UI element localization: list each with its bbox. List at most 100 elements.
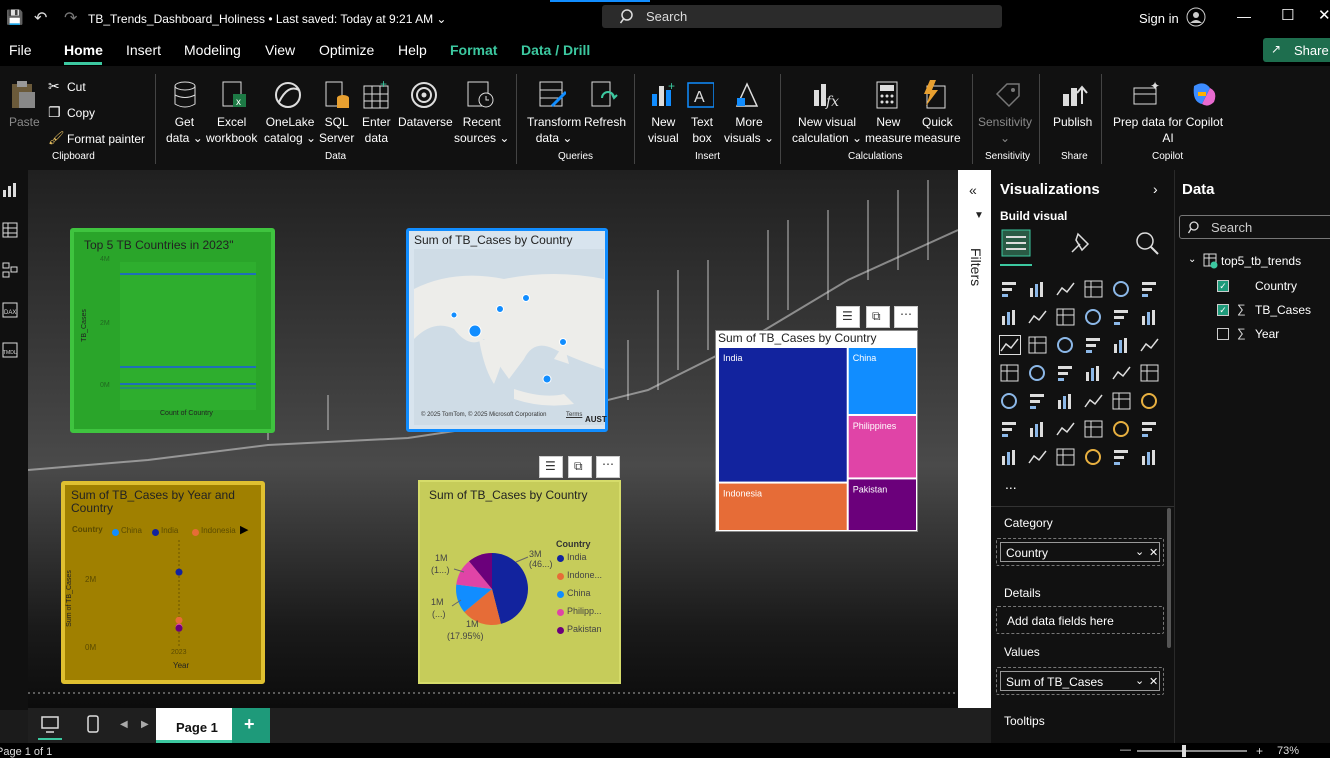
dataverse-button[interactable]: Dataverse (398, 114, 453, 130)
global-search[interactable]: Search (602, 5, 1002, 28)
model-view-icon[interactable] (2, 262, 18, 278)
sql-server-button[interactable]: SQL Server (319, 114, 354, 146)
legend-item[interactable]: India (161, 526, 178, 535)
line-icon[interactable] (1000, 308, 1020, 326)
scatter-point[interactable] (175, 568, 183, 576)
refresh-button[interactable]: Refresh (584, 114, 626, 130)
share-button[interactable]: ↗ Share (1263, 38, 1330, 62)
menu-format[interactable]: Format (450, 42, 497, 58)
menu-insert[interactable]: Insert (126, 42, 161, 58)
analytics-icon[interactable] (1134, 230, 1160, 256)
mobile-layout-icon[interactable] (86, 715, 100, 735)
menu-modeling[interactable]: Modeling (184, 42, 241, 58)
get-data-button[interactable]: Get data ⌄ (166, 114, 203, 146)
scatter-icon[interactable] (1056, 336, 1076, 354)
zoom-level[interactable]: 73% (1277, 745, 1299, 757)
zoom-slider-thumb[interactable] (1182, 745, 1186, 757)
dax-query-icon[interactable]: DAX (2, 302, 18, 318)
more-options-button[interactable]: ⋯ (894, 306, 918, 328)
menu-home[interactable]: Home (64, 42, 103, 58)
key-influencers-icon[interactable] (1000, 420, 1020, 438)
recent-sources-button[interactable]: Recent sources ⌄ (454, 114, 509, 146)
100-bar-icon[interactable] (1112, 280, 1132, 298)
collapse-filters-icon[interactable]: « (969, 182, 977, 198)
ribbon-icon[interactable] (1140, 308, 1160, 326)
page-tab[interactable]: Page 1 (156, 708, 232, 743)
excel-workbook-button[interactable]: Excel workbook (206, 114, 257, 146)
report-view-icon[interactable] (2, 182, 18, 198)
chevron-down-icon[interactable]: ⌄ (1135, 674, 1144, 687)
python-visual-icon[interactable] (1140, 392, 1160, 410)
field-checkbox[interactable] (1217, 328, 1229, 340)
stacked-column-icon[interactable] (1028, 280, 1048, 298)
field-name[interactable]: Year (1255, 327, 1279, 341)
filter-visual-button[interactable]: ☰ (539, 456, 563, 478)
narrative-icon[interactable] (1084, 420, 1104, 438)
table-view-icon[interactable] (2, 222, 18, 238)
power-apps-icon[interactable] (1000, 448, 1020, 466)
quick-measure-button[interactable]: Quick measure (914, 114, 961, 146)
chevron-down-icon[interactable]: ⌄ (1135, 545, 1144, 558)
funnel-icon[interactable] (1028, 336, 1048, 354)
filled-map-icon[interactable] (1028, 364, 1048, 382)
scatter-chart-visual[interactable]: Sum of TB_Cases by Year and Country Coun… (61, 481, 265, 684)
legend-item[interactable]: Indonesia (201, 526, 236, 535)
legend-item[interactable]: China (121, 526, 142, 535)
clustered-bar-icon[interactable] (1056, 280, 1076, 298)
custom2-icon[interactable] (1140, 448, 1160, 466)
filter-visual-button[interactable]: ☰ (836, 306, 860, 328)
scatter-point[interactable] (175, 616, 183, 624)
more-visuals-ellipsis[interactable]: ... (1005, 476, 1017, 492)
paginated-icon[interactable] (1112, 420, 1132, 438)
publish-button[interactable]: Publish (1053, 114, 1092, 130)
kpi-icon[interactable] (1000, 392, 1020, 410)
previous-page-icon[interactable]: ◀ (120, 719, 128, 730)
add-page-button[interactable]: + (232, 708, 270, 743)
menu-help[interactable]: Help (398, 42, 427, 58)
expand-viz-icon[interactable]: › (1153, 181, 1158, 197)
paste-button[interactable]: Paste (9, 114, 40, 130)
details-well[interactable]: Add data fields here (996, 606, 1164, 634)
category-well[interactable]: Country ⌄ ✕ (996, 538, 1164, 566)
matrix-icon[interactable] (1084, 392, 1104, 410)
field-name[interactable]: TB_Cases (1255, 303, 1311, 317)
field-checkbox[interactable]: ✓ (1217, 280, 1229, 292)
viz-scrollbar[interactable] (1167, 508, 1171, 648)
user-avatar-icon[interactable] (1186, 7, 1206, 27)
focus-mode-button[interactable]: ⧉ (866, 306, 890, 328)
table-name[interactable]: top5_tb_trends (1221, 254, 1301, 268)
new-measure-button[interactable]: New measure (865, 114, 912, 146)
more-options-button[interactable]: ⋯ (596, 456, 620, 478)
scatter-point[interactable] (175, 624, 183, 632)
remove-field-icon[interactable]: ✕ (1149, 546, 1158, 559)
treemap-tile[interactable] (719, 348, 847, 482)
redo-icon[interactable]: ↷ (64, 8, 77, 28)
table-icon[interactable] (1056, 392, 1076, 410)
azure-map-icon[interactable] (1056, 364, 1076, 382)
legend-item[interactable]: China (567, 588, 591, 598)
undo-icon[interactable]: ↶ (34, 8, 47, 28)
map-visual[interactable]: Sum of TB_Cases by Country © 2025 TomTom… (406, 228, 608, 432)
field-checkbox[interactable]: ✓ (1217, 304, 1229, 316)
new-visual-calculation-button[interactable]: New visual calculation ⌄ (792, 114, 862, 146)
cut-button[interactable]: Cut (67, 79, 86, 95)
tmdl-view-icon[interactable]: TMDL (2, 342, 18, 358)
remove-field-icon[interactable]: ✕ (1149, 675, 1158, 688)
map-icon[interactable] (1000, 364, 1020, 382)
clustered-column-icon[interactable] (1084, 280, 1104, 298)
chevron-down-icon[interactable]: ⌄ (1188, 254, 1196, 265)
more-icon[interactable] (1084, 448, 1104, 466)
gauge-icon[interactable] (1084, 364, 1104, 382)
transform-data-button[interactable]: Transform data ⌄ (527, 114, 581, 146)
copy-button[interactable]: Copy (67, 105, 95, 121)
sign-in-link[interactable]: Sign in (1139, 11, 1179, 26)
treemap-visual[interactable]: Sum of TB_Cases by Country India Indonesi… (715, 330, 918, 532)
pie-icon[interactable] (1084, 336, 1104, 354)
donut-icon[interactable] (1112, 336, 1132, 354)
map-terms-link[interactable]: Terms (566, 412, 582, 418)
smart-narrative-icon[interactable] (1056, 448, 1076, 466)
decomposition-tree-icon[interactable] (1028, 420, 1048, 438)
legend-item[interactable]: Pakistan (567, 624, 602, 634)
enter-data-button[interactable]: Enter data (362, 114, 391, 146)
waterfall-icon[interactable] (999, 335, 1021, 355)
